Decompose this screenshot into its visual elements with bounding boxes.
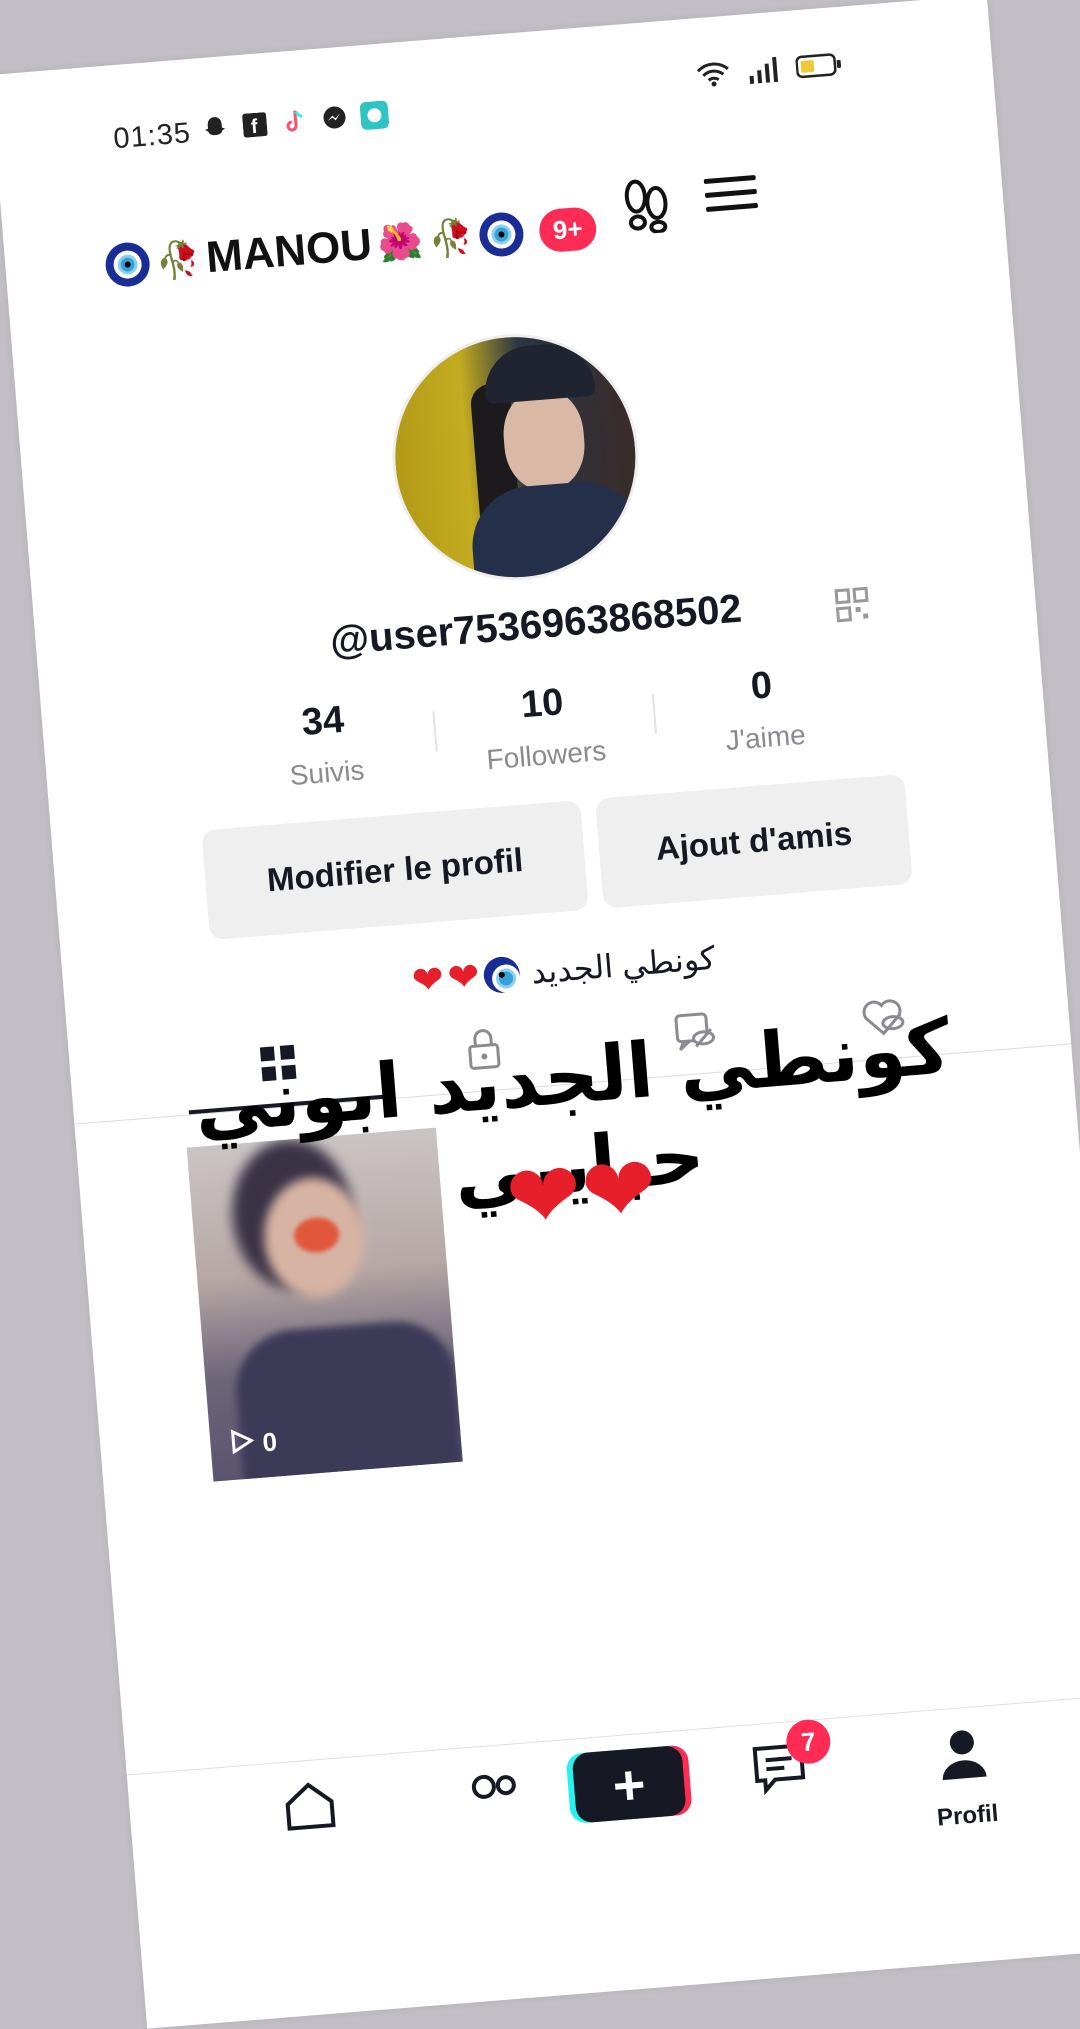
following-count: 34 [300,698,346,745]
footprint-icon[interactable] [620,176,675,241]
evil-eye-icon [103,240,152,289]
add-friends-button[interactable]: Ajout d'amis [594,773,913,909]
tiktok-icon [279,106,311,138]
heart-icon: ❤ [502,1144,586,1251]
phone-screen: 01:35 f 🥀 MANOU 🌺 🥀 9+ @user753696386850… [0,0,1080,2029]
rose-icon: 🥀 [426,215,475,261]
video-views: 0 [229,1425,278,1462]
stat-following[interactable]: 34 Suivis [212,692,438,798]
following-label: Suivis [288,754,366,792]
facebook-icon: f [239,109,271,141]
display-name: MANOU [204,220,374,283]
plus-icon: + [610,1751,648,1817]
status-right [695,51,843,94]
heart-icon: ❤ [577,1138,661,1244]
snapchat-icon [199,112,231,144]
heart-icon: ❤ [446,955,482,1001]
avatar[interactable] [382,324,648,590]
create-button[interactable]: + [571,1744,687,1824]
profile-header: 🥀 MANOU 🌺 🥀 9+ [103,202,599,291]
play-icon [229,1427,256,1462]
battery-icon [795,51,843,86]
followers-label: Followers [485,734,608,776]
notification-badge[interactable]: 9+ [537,205,599,253]
status-time: 01:35 [112,117,193,156]
likes-label: J'aime [724,718,807,757]
edit-profile-button[interactable]: Modifier le profil [201,800,589,941]
views-count: 0 [261,1426,279,1458]
stat-followers[interactable]: 10 Followers [431,674,657,780]
signal-icon [747,56,779,89]
evil-eye-icon [477,210,525,259]
profile-icon [942,1730,987,1781]
stat-likes[interactable]: 0 J'aime [650,656,876,762]
nav-profile[interactable] [930,1720,995,1790]
nav-friends[interactable] [462,1758,527,1828]
qr-code-icon[interactable] [834,586,871,628]
wifi-icon [695,60,731,94]
rose-icon: 🥀 [153,237,202,283]
menu-icon[interactable] [703,166,759,221]
evil-eye-icon [482,954,521,994]
heart-icon: ❤ [410,958,446,1004]
friends-icon [471,1774,516,1799]
likes-count: 0 [749,664,774,708]
bio-text: كونطي الجديد [529,939,717,990]
home-icon [285,1782,336,1831]
username: @user7536963868502 [328,586,744,664]
messenger-icon [318,102,350,134]
followers-count: 10 [519,681,565,727]
nav-profile-label: Profil [936,1799,1000,1832]
nav-home[interactable] [277,1773,342,1843]
chat-app-icon [358,99,390,131]
flower-icon: 🌺 [376,219,425,265]
